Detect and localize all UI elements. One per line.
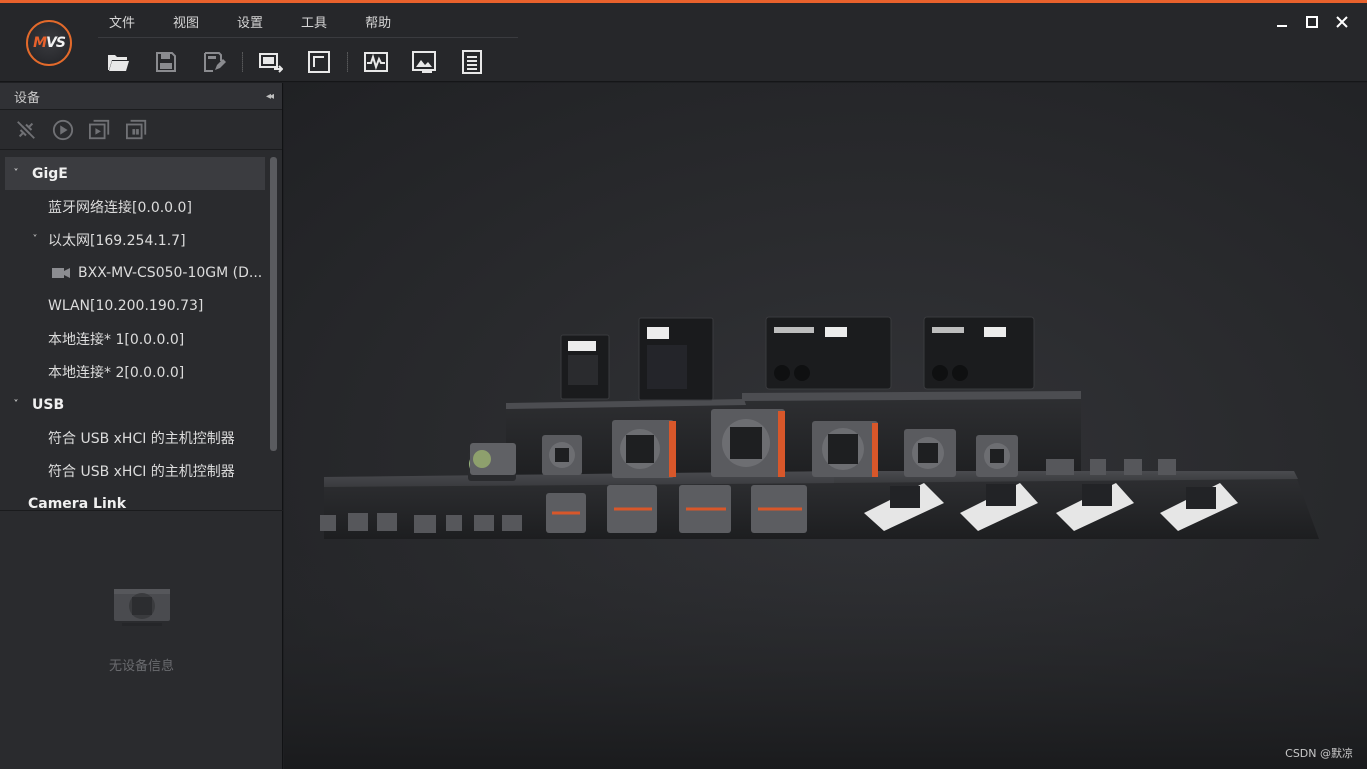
- tree-label: BXX-MV-CS050-10GM (D...: [78, 264, 263, 281]
- logo-text: MVS: [33, 35, 66, 51]
- device-sidebar: 设备 ◂◂ ˅ GigE 蓝牙网络连接[0.0.0.0] ˅ 以太网[169.2…: [0, 83, 283, 769]
- open-folder-icon: [108, 55, 129, 71]
- tree-label: WLAN[10.200.190.73]: [48, 297, 204, 314]
- tree-label: 蓝牙网络连接[0.0.0.0]: [48, 199, 192, 216]
- save-as-button[interactable]: [196, 44, 232, 80]
- menu-help[interactable]: 帮助: [354, 8, 402, 34]
- chevron-down-icon[interactable]: ˅: [29, 234, 41, 245]
- menu-bar: 文件 视图 设置 工具 帮助: [98, 8, 418, 34]
- disconnect-icon: [17, 120, 35, 139]
- close-button[interactable]: [1327, 9, 1357, 35]
- multi-display-icon: [259, 53, 283, 73]
- toolbar-separator: [347, 52, 348, 72]
- tree-label: USB: [32, 396, 65, 413]
- main-viewport: CSDN @默凉: [284, 83, 1367, 769]
- tree-label: 以太网[169.254.1.7]: [48, 232, 186, 249]
- maximize-button[interactable]: [1297, 9, 1327, 35]
- menu-tools[interactable]: 工具: [290, 8, 338, 34]
- tree-item-adapter[interactable]: 符合 USB xHCI 的主机控制器: [5, 454, 265, 487]
- grab-icon: [89, 119, 110, 139]
- camera-placeholder-icon: [113, 589, 170, 626]
- tree-item-camera[interactable]: BXX-MV-CS050-10GM (D...: [5, 256, 265, 289]
- save-icon: [156, 52, 176, 72]
- tree-item-adapter[interactable]: ˅ 以太网[169.254.1.7]: [5, 223, 265, 256]
- menu-file[interactable]: 文件: [98, 8, 146, 34]
- save-button[interactable]: [148, 44, 184, 80]
- main-toolbar: [100, 44, 502, 80]
- menu-view[interactable]: 视图: [162, 8, 210, 34]
- start-acquisition-button[interactable]: [51, 118, 75, 142]
- product-showcase-image: [284, 316, 1367, 769]
- notes-button[interactable]: [454, 44, 490, 80]
- tree-label: 符合 USB xHCI 的主机控制器: [48, 430, 235, 447]
- chevron-down-icon[interactable]: ˅: [10, 399, 22, 410]
- minimize-button[interactable]: [1267, 9, 1297, 35]
- tree-group-camera-link[interactable]: Camera Link: [5, 487, 265, 510]
- multi-display-button[interactable]: [253, 44, 289, 80]
- tree-label: 本地连接* 1[0.0.0.0]: [48, 331, 185, 348]
- tree-label: Camera Link: [28, 495, 127, 510]
- panel-divider: [0, 510, 283, 511]
- waveform-button[interactable]: [358, 44, 394, 80]
- toolbar-separator: [242, 52, 243, 72]
- tree-item-adapter[interactable]: 本地连接* 1[0.0.0.0]: [5, 322, 265, 355]
- tree-item-adapter[interactable]: 蓝牙网络连接[0.0.0.0]: [5, 190, 265, 223]
- app-logo: MVS: [26, 20, 72, 66]
- tree-label: 符合 USB xHCI 的主机控制器: [48, 463, 235, 480]
- device-tree: ˅ GigE 蓝牙网络连接[0.0.0.0] ˅ 以太网[169.254.1.7…: [5, 157, 265, 509]
- disconnect-button[interactable]: [14, 118, 38, 142]
- play-icon: [52, 119, 74, 140]
- sidebar-header: 设备 ◂◂: [0, 83, 282, 110]
- sidebar-title: 设备: [14, 90, 41, 106]
- minimize-icon: [1277, 25, 1287, 27]
- single-display-icon: [308, 51, 330, 73]
- tree-scrollbar[interactable]: [270, 157, 277, 451]
- menu-settings[interactable]: 设置: [226, 8, 274, 34]
- sidebar-toolbar: [0, 110, 282, 150]
- stop-grab-icon: [126, 119, 147, 139]
- tree-item-adapter[interactable]: 本地连接* 2[0.0.0.0]: [5, 355, 265, 388]
- open-folder-button[interactable]: [100, 44, 136, 80]
- save-as-icon: [204, 52, 226, 72]
- stop-grab-button[interactable]: [125, 118, 149, 142]
- waveform-icon: [364, 52, 388, 72]
- maximize-icon: [1306, 16, 1318, 28]
- chevron-down-icon[interactable]: ˅: [10, 168, 22, 179]
- single-display-button[interactable]: [301, 44, 337, 80]
- collapse-sidebar-button[interactable]: ◂◂: [266, 91, 274, 102]
- camera-icon: [52, 267, 70, 278]
- tree-label: 本地连接* 2[0.0.0.0]: [48, 364, 185, 381]
- watermark-text: CSDN @默凉: [1285, 747, 1353, 760]
- title-bar: MVS 文件 视图 设置 工具 帮助: [0, 3, 1367, 82]
- close-icon: [1336, 16, 1348, 28]
- tree-group-gige[interactable]: ˅ GigE: [5, 157, 265, 190]
- no-device-panel: 无设备信息: [0, 583, 283, 674]
- tree-item-adapter[interactable]: 符合 USB xHCI 的主机控制器: [5, 421, 265, 454]
- window-controls: [1267, 9, 1357, 35]
- image-edit-button[interactable]: [406, 44, 442, 80]
- image-edit-icon: [412, 51, 436, 73]
- menu-divider: [98, 37, 518, 38]
- tree-label: GigE: [32, 165, 68, 182]
- no-device-text: 无设备信息: [108, 659, 174, 674]
- notes-icon: [462, 50, 482, 74]
- tree-group-usb[interactable]: ˅ USB: [5, 388, 265, 421]
- tree-item-adapter[interactable]: WLAN[10.200.190.73]: [5, 289, 265, 322]
- grab-button[interactable]: [88, 118, 112, 142]
